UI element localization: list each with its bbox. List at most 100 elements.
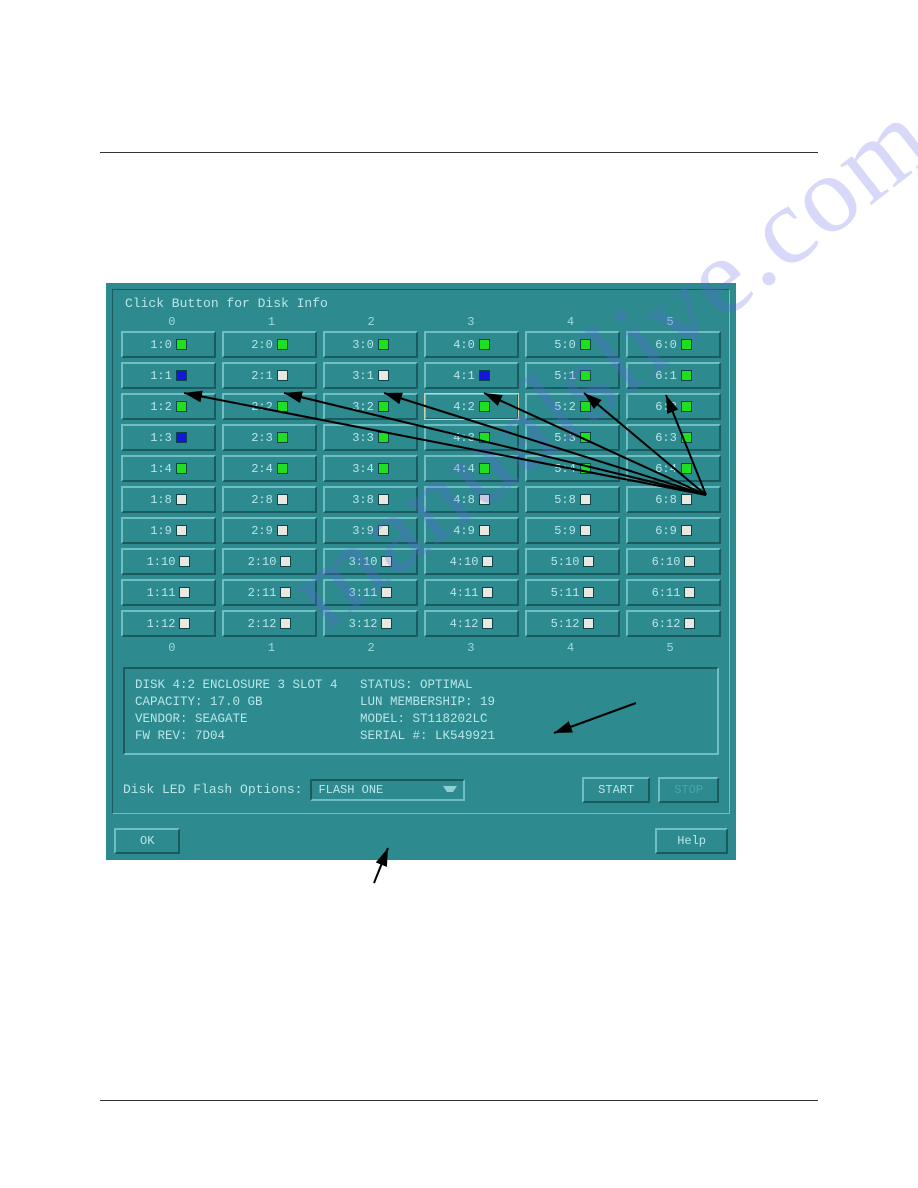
- disk-button-label: 3:3: [352, 431, 374, 445]
- disk-button-5-12[interactable]: 5:12: [525, 610, 620, 637]
- disk-button-2-9[interactable]: 2:9: [222, 517, 317, 544]
- disk-button-5-10[interactable]: 5:10: [525, 548, 620, 575]
- disk-button-3-11[interactable]: 3:11: [323, 579, 418, 606]
- disk-button-label: 1:10: [147, 555, 176, 569]
- disk-button-6-3[interactable]: 6:3: [626, 424, 721, 451]
- disk-button-3-1[interactable]: 3:1: [323, 362, 418, 389]
- disk-button-4-12[interactable]: 4:12: [424, 610, 519, 637]
- column-header: 2: [324, 315, 418, 329]
- disk-button-6-11[interactable]: 6:11: [626, 579, 721, 606]
- disk-button-1-4[interactable]: 1:4: [121, 455, 216, 482]
- disk-button-label: 2:10: [248, 555, 277, 569]
- disk-button-label: 4:0: [453, 338, 475, 352]
- disk-led-icon: [280, 618, 291, 629]
- stop-button[interactable]: STOP: [658, 777, 719, 803]
- disk-button-5-8[interactable]: 5:8: [525, 486, 620, 513]
- chevron-down-icon: [443, 786, 457, 793]
- disk-button-4-10[interactable]: 4:10: [424, 548, 519, 575]
- disk-button-4-3[interactable]: 4:3: [424, 424, 519, 451]
- disk-button-4-4[interactable]: 4:4: [424, 455, 519, 482]
- disk-button-2-3[interactable]: 2:3: [222, 424, 317, 451]
- disk-grid: 1:02:03:04:05:06:01:12:13:14:15:16:11:22…: [119, 331, 723, 637]
- flash-options-row: Disk LED Flash Options: FLASH ONE START …: [119, 777, 723, 803]
- disk-led-icon: [580, 401, 591, 412]
- disk-button-label: 5:12: [551, 617, 580, 631]
- disk-led-icon: [479, 339, 490, 350]
- start-button[interactable]: START: [582, 777, 650, 803]
- disk-button-3-10[interactable]: 3:10: [323, 548, 418, 575]
- disk-button-5-1[interactable]: 5:1: [525, 362, 620, 389]
- disk-led-icon: [378, 463, 389, 474]
- disk-button-label: 5:3: [554, 431, 576, 445]
- disk-button-1-8[interactable]: 1:8: [121, 486, 216, 513]
- disk-led-icon: [277, 339, 288, 350]
- disk-button-label: 6:8: [655, 493, 677, 507]
- disk-button-2-1[interactable]: 2:1: [222, 362, 317, 389]
- disk-button-3-2[interactable]: 3:2: [323, 393, 418, 420]
- disk-button-2-12[interactable]: 2:12: [222, 610, 317, 637]
- disk-button-3-12[interactable]: 3:12: [323, 610, 418, 637]
- disk-led-icon: [681, 525, 692, 536]
- disk-button-1-12[interactable]: 1:12: [121, 610, 216, 637]
- disk-button-6-4[interactable]: 6:4: [626, 455, 721, 482]
- disk-led-icon: [378, 370, 389, 381]
- disk-button-3-4[interactable]: 3:4: [323, 455, 418, 482]
- disk-led-icon: [179, 556, 190, 567]
- disk-button-label: 4:12: [450, 617, 479, 631]
- disk-button-3-3[interactable]: 3:3: [323, 424, 418, 451]
- disk-button-1-11[interactable]: 1:11: [121, 579, 216, 606]
- flash-options-value: FLASH ONE: [318, 783, 383, 797]
- disk-button-5-0[interactable]: 5:0: [525, 331, 620, 358]
- disk-button-1-0[interactable]: 1:0: [121, 331, 216, 358]
- disk-button-2-2[interactable]: 2:2: [222, 393, 317, 420]
- disk-button-2-11[interactable]: 2:11: [222, 579, 317, 606]
- disk-button-5-11[interactable]: 5:11: [525, 579, 620, 606]
- disk-led-icon: [684, 587, 695, 598]
- disk-button-label: 3:0: [352, 338, 374, 352]
- disk-button-4-0[interactable]: 4:0: [424, 331, 519, 358]
- disk-led-icon: [378, 339, 389, 350]
- column-footer: 4: [524, 641, 618, 655]
- disk-button-4-2[interactable]: 4:2: [424, 393, 519, 420]
- disk-button-label: 3:10: [349, 555, 378, 569]
- disk-button-6-9[interactable]: 6:9: [626, 517, 721, 544]
- disk-button-label: 2:11: [248, 586, 277, 600]
- column-footer: 0: [125, 641, 219, 655]
- disk-button-label: 3:8: [352, 493, 374, 507]
- disk-button-1-3[interactable]: 1:3: [121, 424, 216, 451]
- disk-button-6-12[interactable]: 6:12: [626, 610, 721, 637]
- disk-button-2-10[interactable]: 2:10: [222, 548, 317, 575]
- disk-button-2-4[interactable]: 2:4: [222, 455, 317, 482]
- disk-button-3-8[interactable]: 3:8: [323, 486, 418, 513]
- disk-button-1-2[interactable]: 1:2: [121, 393, 216, 420]
- disk-button-5-3[interactable]: 5:3: [525, 424, 620, 451]
- disk-button-label: 1:8: [150, 493, 172, 507]
- disk-button-5-2[interactable]: 5:2: [525, 393, 620, 420]
- disk-button-1-1[interactable]: 1:1: [121, 362, 216, 389]
- disk-button-label: 4:9: [453, 524, 475, 538]
- disk-button-4-9[interactable]: 4:9: [424, 517, 519, 544]
- bottom-divider: [100, 1100, 818, 1101]
- disk-button-4-8[interactable]: 4:8: [424, 486, 519, 513]
- disk-led-icon: [479, 494, 490, 505]
- disk-button-3-0[interactable]: 3:0: [323, 331, 418, 358]
- disk-button-6-2[interactable]: 6:2: [626, 393, 721, 420]
- disk-button-3-9[interactable]: 3:9: [323, 517, 418, 544]
- disk-button-6-0[interactable]: 6:0: [626, 331, 721, 358]
- disk-button-4-11[interactable]: 4:11: [424, 579, 519, 606]
- disk-button-label: 4:4: [453, 462, 475, 476]
- disk-button-5-4[interactable]: 5:4: [525, 455, 620, 482]
- disk-button-1-10[interactable]: 1:10: [121, 548, 216, 575]
- disk-button-4-1[interactable]: 4:1: [424, 362, 519, 389]
- disk-button-2-8[interactable]: 2:8: [222, 486, 317, 513]
- disk-button-6-10[interactable]: 6:10: [626, 548, 721, 575]
- disk-button-6-1[interactable]: 6:1: [626, 362, 721, 389]
- help-button[interactable]: Help: [655, 828, 728, 854]
- ok-button[interactable]: OK: [114, 828, 180, 854]
- disk-button-5-9[interactable]: 5:9: [525, 517, 620, 544]
- disk-button-label: 5:9: [554, 524, 576, 538]
- flash-options-select[interactable]: FLASH ONE: [310, 779, 465, 801]
- disk-button-2-0[interactable]: 2:0: [222, 331, 317, 358]
- disk-button-6-8[interactable]: 6:8: [626, 486, 721, 513]
- disk-button-1-9[interactable]: 1:9: [121, 517, 216, 544]
